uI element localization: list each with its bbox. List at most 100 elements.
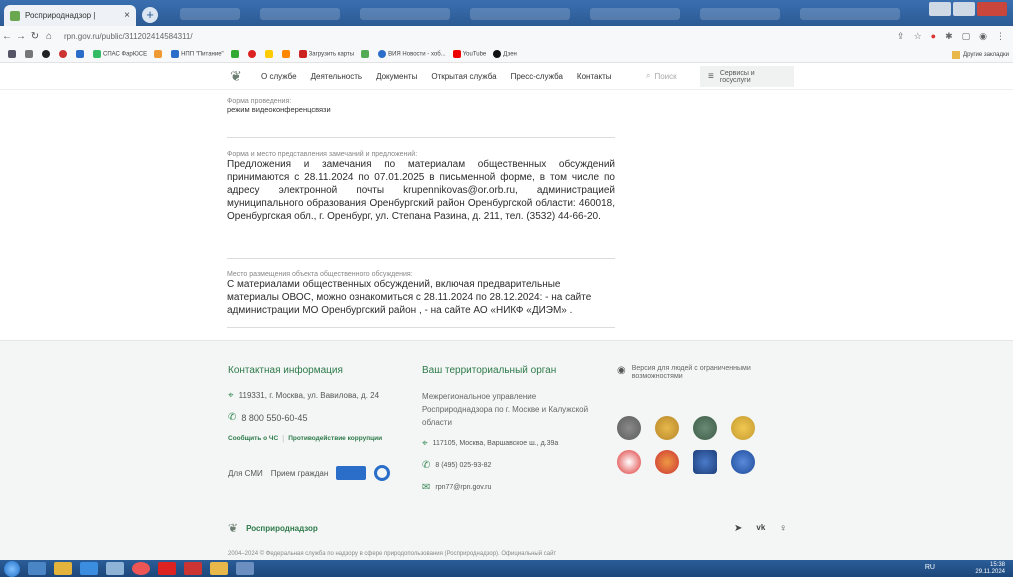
location-pin-icon: ⌖	[228, 390, 234, 401]
emblem-icon[interactable]	[617, 450, 641, 474]
bookmark-app-icon[interactable]	[8, 50, 18, 58]
rpn-emblem-icon[interactable]: ❦	[228, 67, 244, 85]
tab-close-icon[interactable]: ×	[124, 10, 130, 21]
territorial-email[interactable]: ✉ rpn77@rpn.gov.ru	[422, 482, 592, 493]
search-label: Поиск	[654, 71, 677, 81]
back-icon[interactable]: ←	[0, 31, 14, 42]
bookmark-app-icon[interactable]	[25, 50, 35, 58]
bookmark-item[interactable]: ВИЯ Новости - хоб...	[378, 50, 446, 58]
territorial-phone[interactable]: ✆ 8 (495) 025-93-82	[422, 460, 592, 471]
home-icon[interactable]: ⌂	[42, 31, 56, 42]
site-favicon-icon	[10, 10, 20, 21]
nav-press[interactable]: Пресс-служба	[511, 72, 563, 81]
footer-brand-name: Росприроднадзор	[246, 523, 318, 533]
other-bookmarks[interactable]: Другие закладки	[952, 46, 1009, 63]
taskbar-app-icon[interactable]	[80, 562, 98, 575]
blurred-tab	[700, 8, 780, 20]
contacts-address: ⌖ 119331, г. Москва, ул. Вавилова, д. 24	[228, 390, 380, 401]
bookmark-app-icon[interactable]	[154, 50, 164, 58]
public-reception-logo-icon[interactable]	[336, 466, 367, 480]
media-link[interactable]: Для СМИ	[228, 469, 263, 478]
bookmark-item[interactable]: СПАС ФарЮСЕ	[93, 50, 147, 58]
maximize-button[interactable]	[953, 2, 975, 16]
taskbar-app-icon[interactable]	[54, 562, 72, 575]
emblem-icon[interactable]	[731, 416, 755, 440]
bookmark-app-icon[interactable]	[59, 50, 69, 58]
bookmark-item[interactable]: НПП "Питание"	[171, 50, 224, 58]
bookmark-item[interactable]: Загрузить карты	[298, 50, 354, 58]
system-clock[interactable]: 15:38 29.11.2024	[975, 562, 1005, 576]
eye-icon: ◉	[617, 365, 626, 376]
extension-puzzle-icon[interactable]: ✱	[945, 31, 953, 42]
emblem-icon[interactable]	[655, 450, 679, 474]
search-button[interactable]: ⌕ Поиск	[646, 71, 677, 81]
nav-open-service[interactable]: Открытая служба	[431, 72, 496, 81]
nav-contacts[interactable]: Контакты	[577, 72, 612, 81]
proposals-value: Предложения и замечания по материалам об…	[227, 159, 615, 222]
emblem-icon[interactable]	[693, 416, 717, 440]
bookmark-app-icon[interactable]	[281, 50, 292, 58]
emblem-icon[interactable]	[731, 450, 755, 474]
bookmark-app-icon[interactable]	[264, 50, 275, 58]
emblem-icon[interactable]	[617, 416, 641, 440]
bookmark-app-icon[interactable]	[230, 50, 241, 58]
bookmark-app-icon[interactable]	[361, 50, 371, 58]
language-indicator[interactable]: RU	[925, 564, 935, 571]
window-controls	[929, 2, 1007, 16]
citizens-link[interactable]: Прием граждан	[271, 469, 329, 478]
main-nav: О службе Деятельность Документы Открытая…	[261, 72, 611, 81]
services-button[interactable]: ≡ Сервисы и госуслуги	[700, 66, 794, 87]
telegram-icon[interactable]: ➤	[734, 523, 742, 534]
sidebar-icon[interactable]: ▢	[962, 31, 971, 42]
close-window-button[interactable]	[977, 2, 1007, 16]
bookmark-app-icon[interactable]	[247, 50, 258, 58]
taskbar-app-icon[interactable]	[28, 562, 46, 575]
menu-icon[interactable]: ⋮	[996, 31, 1005, 42]
bookmark-item[interactable]: Дзен	[493, 50, 517, 58]
tab-title: Росприроднадзор |	[25, 11, 96, 20]
taskbar-app-icon[interactable]	[184, 562, 202, 575]
bookmark-app-icon[interactable]	[42, 50, 52, 58]
forward-icon[interactable]: →	[14, 31, 28, 42]
taskbar-app-icon[interactable]	[210, 562, 228, 575]
taskbar-app-icon[interactable]	[132, 562, 150, 575]
bookmark-item[interactable]: YouTube	[452, 50, 486, 58]
extension-icon[interactable]: ●	[931, 31, 936, 42]
emblem-icon[interactable]	[693, 450, 717, 474]
footer-links: Сообщить о ЧС | Противодействие коррупци…	[228, 434, 408, 443]
location-pin-icon: ⌖	[422, 438, 428, 449]
bookmark-star-icon[interactable]: ☆	[914, 31, 922, 42]
taskbar-app-icon[interactable]	[158, 562, 176, 575]
nav-documents[interactable]: Документы	[376, 72, 417, 81]
phone-icon: ✆	[422, 460, 431, 471]
contacts-phone[interactable]: ✆ 8 800 550-60-45	[228, 412, 408, 423]
footer-brand[interactable]: ❦ Росприроднадзор	[228, 521, 318, 535]
browser-tab[interactable]: Росприроднадзор | ×	[4, 5, 136, 26]
bookmarks-bar: СПАС ФарЮСЕ НПП "Питание" Загрузить карт…	[0, 46, 1013, 63]
blurred-tab	[260, 8, 340, 20]
profile-icon[interactable]: ◉	[979, 31, 987, 42]
blurred-tab	[180, 8, 240, 20]
gosuslugi-icon[interactable]	[374, 465, 391, 481]
start-button[interactable]	[4, 560, 20, 577]
reload-icon[interactable]: ↻	[28, 31, 42, 42]
proposals-label: Форма и место представления замечаний и …	[227, 151, 418, 158]
territorial-name[interactable]: Межрегиональное управление Росприроднадз…	[422, 390, 592, 429]
copyright: 2004–2024 © Федеральная служба по надзор…	[228, 551, 557, 557]
clock-date: 29.11.2024	[975, 569, 1005, 575]
nav-about[interactable]: О службе	[261, 72, 297, 81]
minimize-button[interactable]	[929, 2, 951, 16]
report-emergency-link[interactable]: Сообщить о ЧС	[228, 435, 278, 442]
bookmark-app-icon[interactable]	[76, 50, 86, 58]
url-field[interactable]: rpn.gov.ru/public/311202414584311/	[64, 32, 193, 41]
nav-activity[interactable]: Деятельность	[311, 72, 363, 81]
anti-corruption-link[interactable]: Противодействие коррупции	[288, 435, 382, 442]
taskbar-app-icon[interactable]	[106, 562, 124, 575]
emblem-icon[interactable]	[655, 416, 679, 440]
new-tab-button[interactable]: +	[142, 7, 158, 23]
taskbar-app-icon[interactable]	[236, 562, 254, 575]
odnoklassniki-icon[interactable]: ♀	[779, 523, 787, 534]
share-icon[interactable]: ⇪	[897, 31, 905, 42]
vk-icon[interactable]: vk	[756, 523, 765, 534]
accessibility-link[interactable]: ◉ Версия для людей с ограниченными возмо…	[617, 365, 777, 381]
